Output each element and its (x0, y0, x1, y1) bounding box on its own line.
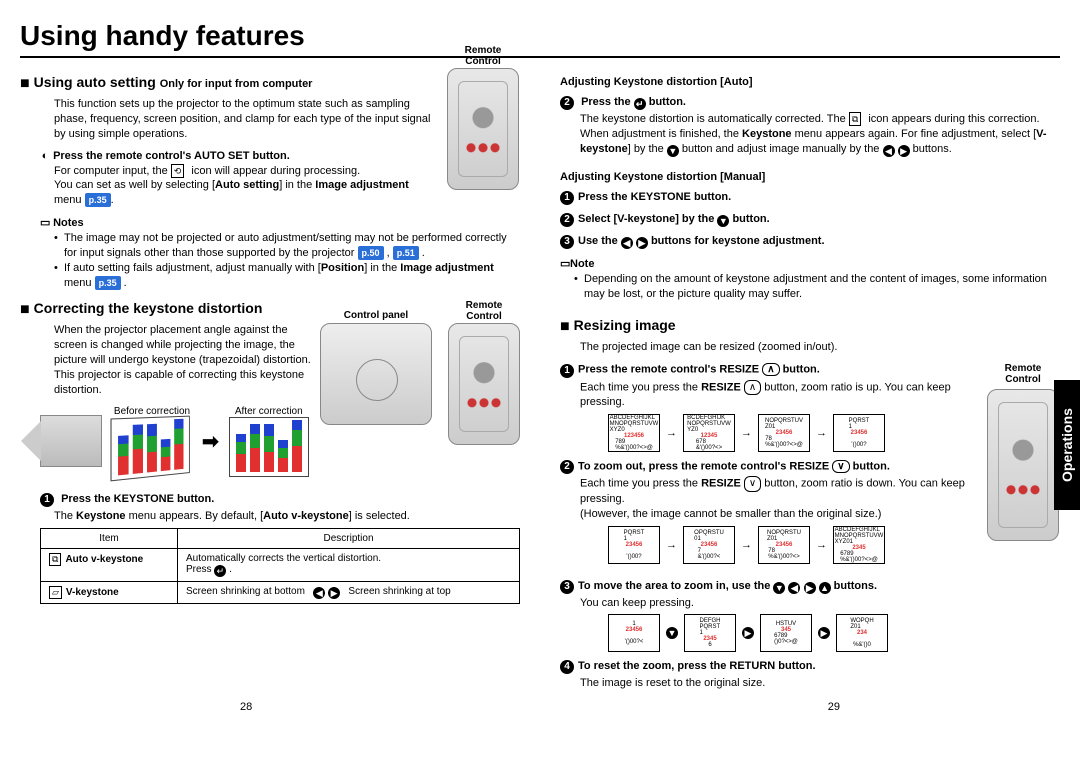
table-header-desc: Description (178, 528, 520, 548)
adj-manual-heading: Adjusting Keystone distortion [Manual] (560, 171, 1060, 183)
up-button-icon: ▲ (819, 582, 831, 594)
right-column: Adjusting Keystone distortion [Auto] 2 P… (560, 68, 1060, 691)
left-button-icon: ◀ (621, 237, 633, 249)
keystone-step1-desc: The Keystone menu appears. By default, [… (54, 509, 520, 524)
chart-before (110, 415, 189, 481)
table-row: ⧉Auto v-keystone Automatically corrects … (41, 548, 520, 581)
down-button-icon: ▼ (717, 215, 729, 227)
keystone-table: Item Description ⧉Auto v-keystone Automa… (40, 528, 520, 604)
table-row: ▱V-keystone Screen shrinking at bottom ◀… (41, 581, 520, 603)
section-keystone: ■Correcting the keystone distortion (20, 300, 520, 319)
adj-auto-step2: 2 Press the ↵ button. (560, 96, 1060, 110)
left-button-icon: ◀ (313, 587, 325, 599)
adj-auto-heading: Adjusting Keystone distortion [Auto] (560, 76, 1060, 88)
resize-step3-desc: You can keep pressing. (580, 596, 1060, 611)
page-title: Using handy features (20, 20, 1060, 52)
auto-setting-desc: This function sets up the projector to t… (54, 97, 500, 142)
zoom-out-sequence: PQRST123456'()00? → OPQRSTU01234567&'()0… (608, 526, 978, 564)
right-button-icon: ▶ (804, 582, 816, 594)
notes-list-1: The image may not be projected or auto a… (54, 231, 520, 290)
note-list-2: Depending on the amount of keystone adju… (574, 272, 1060, 302)
zoom-in-sequence: ABCDEFGHIJKLMNOPQRSTUVWXYZ0123456789%&'(… (608, 414, 978, 452)
left-button-icon: ◀ (883, 145, 895, 157)
right-button-icon: ▶ (328, 587, 340, 599)
enter-button-icon: ↵ (214, 565, 226, 577)
left-column: Remote Control ■Using auto setting Only … (20, 68, 520, 691)
keystone-illustration: Before correction ➡ After correction (40, 406, 314, 477)
chart-after (229, 417, 309, 477)
right-button-icon: ▶ (636, 237, 648, 249)
keystone-step1: 1 Press the KEYSTONE button. (40, 493, 520, 507)
resize-up-icon: ∧ (762, 363, 779, 376)
page-ref-35b: p.35 (95, 276, 121, 290)
section-resize: ■Resizing image (560, 317, 1060, 336)
page-numbers: 28 29 (20, 701, 1060, 713)
table-header-item: Item (41, 528, 178, 548)
resize-step2: 2To zoom out, press the remote control's… (560, 460, 1060, 474)
section-auto-setting: ■Using auto setting Only for input from … (20, 74, 520, 93)
resize-step4-desc: The image is reset to the original size. (580, 676, 1060, 691)
side-tab-operations: Operations (1054, 380, 1080, 510)
move-sequence: 123456'()00?< ▼ DEFGHPQRST123456 ▶ HSTUV… (608, 614, 1060, 652)
projector-icon (40, 415, 102, 467)
man-step2: 2Select [V-keystone] by the ▼ button. (560, 213, 1060, 227)
adj-auto-desc: The keystone distortion is automatically… (580, 112, 1060, 157)
remote-figure-2: Remote Control (448, 323, 520, 445)
notes-header-1: ▭ Notes (40, 216, 520, 229)
page-ref-50: p.50 (358, 246, 384, 260)
note-heading-2: ▭Note (560, 257, 1060, 270)
down-button-icon: ▼ (773, 582, 785, 594)
control-panel-figure: Control panel (320, 323, 432, 425)
title-rule (20, 56, 1060, 58)
man-step1: 1Press the KEYSTONE button. (560, 191, 1060, 205)
arrow-right-icon: ➡ (202, 429, 219, 454)
v-keystone-icon: ▱ (49, 586, 62, 599)
remote-figure-3: Remote Control ④ ③ ① ② (986, 363, 1060, 543)
auto-keystone-icon: ⧉ (49, 553, 61, 566)
page-ref-35a: p.35 (85, 193, 111, 207)
enter-button-icon: ↵ (634, 98, 646, 110)
right-button-icon: ▶ (898, 145, 910, 157)
resize-desc: The projected image can be resized (zoom… (580, 340, 1040, 355)
processing-icon: ⟲ (171, 164, 185, 178)
man-step3: 3Use the ◀ ▶ buttons for keystone adjust… (560, 235, 1060, 249)
resize-step4: 4To reset the zoom, press the RETURN but… (560, 660, 1060, 674)
remote-label-1: Remote Control (448, 45, 518, 67)
resize-step1: 1Press the remote control's RESIZE ∧ but… (560, 363, 1060, 377)
resize-down-icon: ∨ (832, 460, 849, 473)
step-1-icon: 1 (40, 493, 54, 507)
remote-label-2: Remote Control (449, 300, 519, 322)
resize-step3: 3To move the area to zoom in, use the ▼ … (560, 580, 1060, 594)
remote-figure-1: Remote Control (446, 68, 520, 190)
down-button-icon: ▼ (667, 145, 679, 157)
page-ref-51: p.51 (393, 246, 419, 260)
correction-icon: ⧉ (849, 112, 861, 126)
left-button-icon: ◀ (788, 582, 800, 594)
